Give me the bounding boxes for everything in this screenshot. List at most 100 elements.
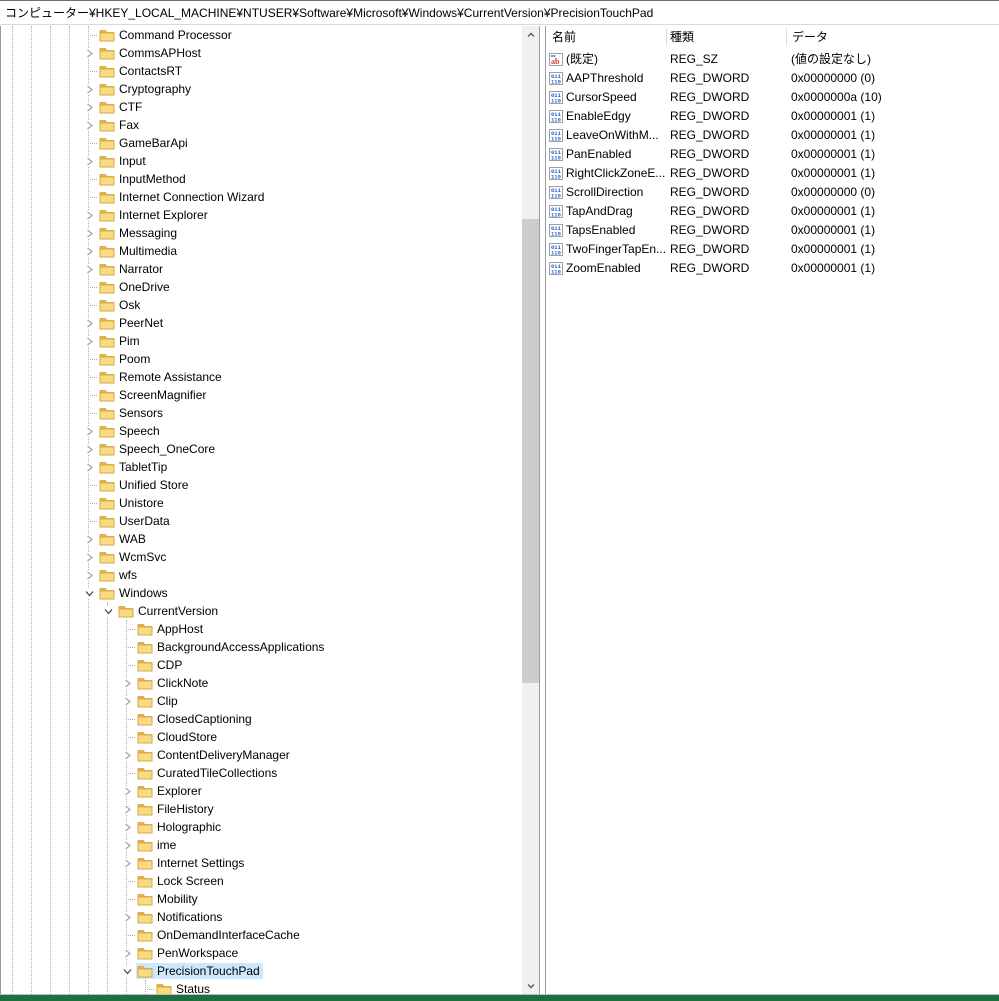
registry-value-row[interactable]: 011 110 TapsEnabled REG_DWORD 0x00000001 (1) (546, 221, 999, 240)
chevron-down-icon[interactable] (104, 607, 113, 616)
expand-toggle[interactable] (121, 948, 133, 958)
tree-item[interactable]: BackgroundAccessApplications (1, 638, 522, 656)
expand-toggle[interactable] (121, 750, 133, 760)
tree-item-content[interactable]: CloudStore (136, 729, 220, 745)
expand-toggle[interactable] (83, 552, 95, 562)
tree-item[interactable]: UserData (1, 512, 522, 530)
column-separator[interactable] (666, 28, 667, 46)
tree-item-content[interactable]: PenWorkspace (136, 945, 241, 961)
tree-item[interactable]: WAB (1, 530, 522, 548)
chevron-right-icon[interactable] (85, 462, 94, 472)
tree-item[interactable]: Status (1, 980, 522, 994)
tree-item-content[interactable]: FileHistory (136, 801, 217, 817)
column-header-data[interactable]: データ (792, 26, 828, 48)
tree-item-content[interactable]: ClickNote (136, 675, 211, 691)
tree-item-content[interactable]: PeerNet (98, 315, 166, 331)
tree-item[interactable]: Input (1, 152, 522, 170)
tree-item[interactable]: PrecisionTouchPad (1, 962, 522, 980)
column-header-name[interactable]: 名前 (552, 26, 576, 48)
tree-item-content[interactable]: ScreenMagnifier (98, 387, 209, 403)
tree-item-content[interactable]: AppHost (136, 621, 206, 637)
tree-item-content[interactable]: WcmSvc (98, 549, 169, 565)
chevron-right-icon[interactable] (123, 948, 132, 958)
expand-toggle[interactable] (83, 102, 95, 112)
chevron-down-icon[interactable] (123, 967, 132, 976)
chevron-right-icon[interactable] (85, 246, 94, 256)
scroll-up-button[interactable] (522, 26, 539, 43)
tree-item[interactable]: CommsAPHost (1, 44, 522, 62)
tree-item-content[interactable]: Messaging (98, 225, 180, 241)
registry-value-row[interactable]: 011 110 TapAndDrag REG_DWORD 0x00000001 (1) (546, 202, 999, 221)
tree-item[interactable]: Internet Connection Wizard (1, 188, 522, 206)
tree-item[interactable]: PenWorkspace (1, 944, 522, 962)
tree-item-content[interactable]: Internet Settings (136, 855, 247, 871)
chevron-right-icon[interactable] (85, 318, 94, 328)
tree-item-content[interactable]: CuratedTileCollections (136, 765, 280, 781)
chevron-right-icon[interactable] (85, 552, 94, 562)
tree-item-content[interactable]: Notifications (136, 909, 225, 925)
tree-item-content[interactable]: Sensors (98, 405, 166, 421)
tree-item[interactable]: Narrator (1, 260, 522, 278)
expand-toggle[interactable] (121, 696, 133, 706)
tree-item[interactable]: Unistore (1, 494, 522, 512)
tree-item[interactable]: Internet Settings (1, 854, 522, 872)
tree-item-content[interactable]: CommsAPHost (98, 45, 204, 61)
registry-value-row[interactable]: 011 110 CursorSpeed REG_DWORD 0x0000000a (10… (546, 88, 999, 107)
expand-toggle[interactable] (121, 786, 133, 796)
tree-item[interactable]: CuratedTileCollections (1, 764, 522, 782)
tree-item-content[interactable]: GameBarApi (98, 135, 191, 151)
registry-value-row[interactable]: 011 110 RightClickZoneE... REG_DWORD 0x00000… (546, 164, 999, 183)
tree-item-content[interactable]: Holographic (136, 819, 224, 835)
tree-item[interactable]: Internet Explorer (1, 206, 522, 224)
chevron-right-icon[interactable] (123, 912, 132, 922)
tree-item[interactable]: Holographic (1, 818, 522, 836)
chevron-right-icon[interactable] (85, 84, 94, 94)
tree-item-content[interactable]: Cryptography (98, 81, 194, 97)
tree-item-content[interactable]: Status (155, 981, 213, 994)
column-separator[interactable] (786, 28, 787, 46)
expand-toggle[interactable] (83, 444, 95, 454)
chevron-right-icon[interactable] (123, 696, 132, 706)
scroll-down-button[interactable] (522, 977, 539, 994)
expand-toggle[interactable] (83, 264, 95, 274)
tree-item-content[interactable]: Input (98, 153, 149, 169)
expand-toggle[interactable] (121, 678, 133, 688)
tree-item-content[interactable]: wfs (98, 567, 140, 583)
tree-item-content[interactable]: Mobility (136, 891, 201, 907)
tree-item[interactable]: Remote Assistance (1, 368, 522, 386)
registry-value-row[interactable]: 011 110 ScrollDirection REG_DWORD 0x00000000… (546, 183, 999, 202)
expand-toggle[interactable] (121, 912, 133, 922)
tree-item-content[interactable]: Speech_OneCore (98, 441, 218, 457)
expand-toggle[interactable] (121, 822, 133, 832)
scroll-thumb[interactable] (522, 219, 539, 683)
chevron-right-icon[interactable] (85, 102, 94, 112)
tree-item[interactable]: FileHistory (1, 800, 522, 818)
tree-item[interactable]: CurrentVersion (1, 602, 522, 620)
chevron-right-icon[interactable] (85, 534, 94, 544)
chevron-right-icon[interactable] (85, 120, 94, 130)
expand-toggle[interactable] (83, 84, 95, 94)
tree-item[interactable]: Clip (1, 692, 522, 710)
chevron-down-icon[interactable] (85, 589, 94, 598)
tree-item-content[interactable]: OneDrive (98, 279, 173, 295)
tree-item-content[interactable]: ContentDeliveryManager (136, 747, 293, 763)
expand-toggle[interactable] (121, 804, 133, 814)
tree-item[interactable]: ContentDeliveryManager (1, 746, 522, 764)
chevron-right-icon[interactable] (85, 210, 94, 220)
chevron-right-icon[interactable] (85, 48, 94, 58)
tree-item[interactable]: TabletTip (1, 458, 522, 476)
tree-item-content[interactable]: BackgroundAccessApplications (136, 639, 327, 655)
tree-item-content[interactable]: Lock Screen (136, 873, 227, 889)
expand-toggle[interactable] (83, 210, 95, 220)
tree-item[interactable]: Pim (1, 332, 522, 350)
collapse-toggle[interactable] (121, 966, 133, 976)
collapse-toggle[interactable] (83, 588, 95, 598)
tree-item-content[interactable]: Windows (98, 585, 171, 601)
tree-item[interactable]: ClickNote (1, 674, 522, 692)
tree-item-content[interactable]: Remote Assistance (98, 369, 225, 385)
chevron-right-icon[interactable] (123, 858, 132, 868)
registry-value-row[interactable]: 011 110 TwoFingerTapEn... REG_DWORD 0x000000… (546, 240, 999, 259)
tree-scrollbar[interactable] (522, 26, 539, 994)
expand-toggle[interactable] (83, 462, 95, 472)
tree-item-content[interactable]: Explorer (136, 783, 205, 799)
